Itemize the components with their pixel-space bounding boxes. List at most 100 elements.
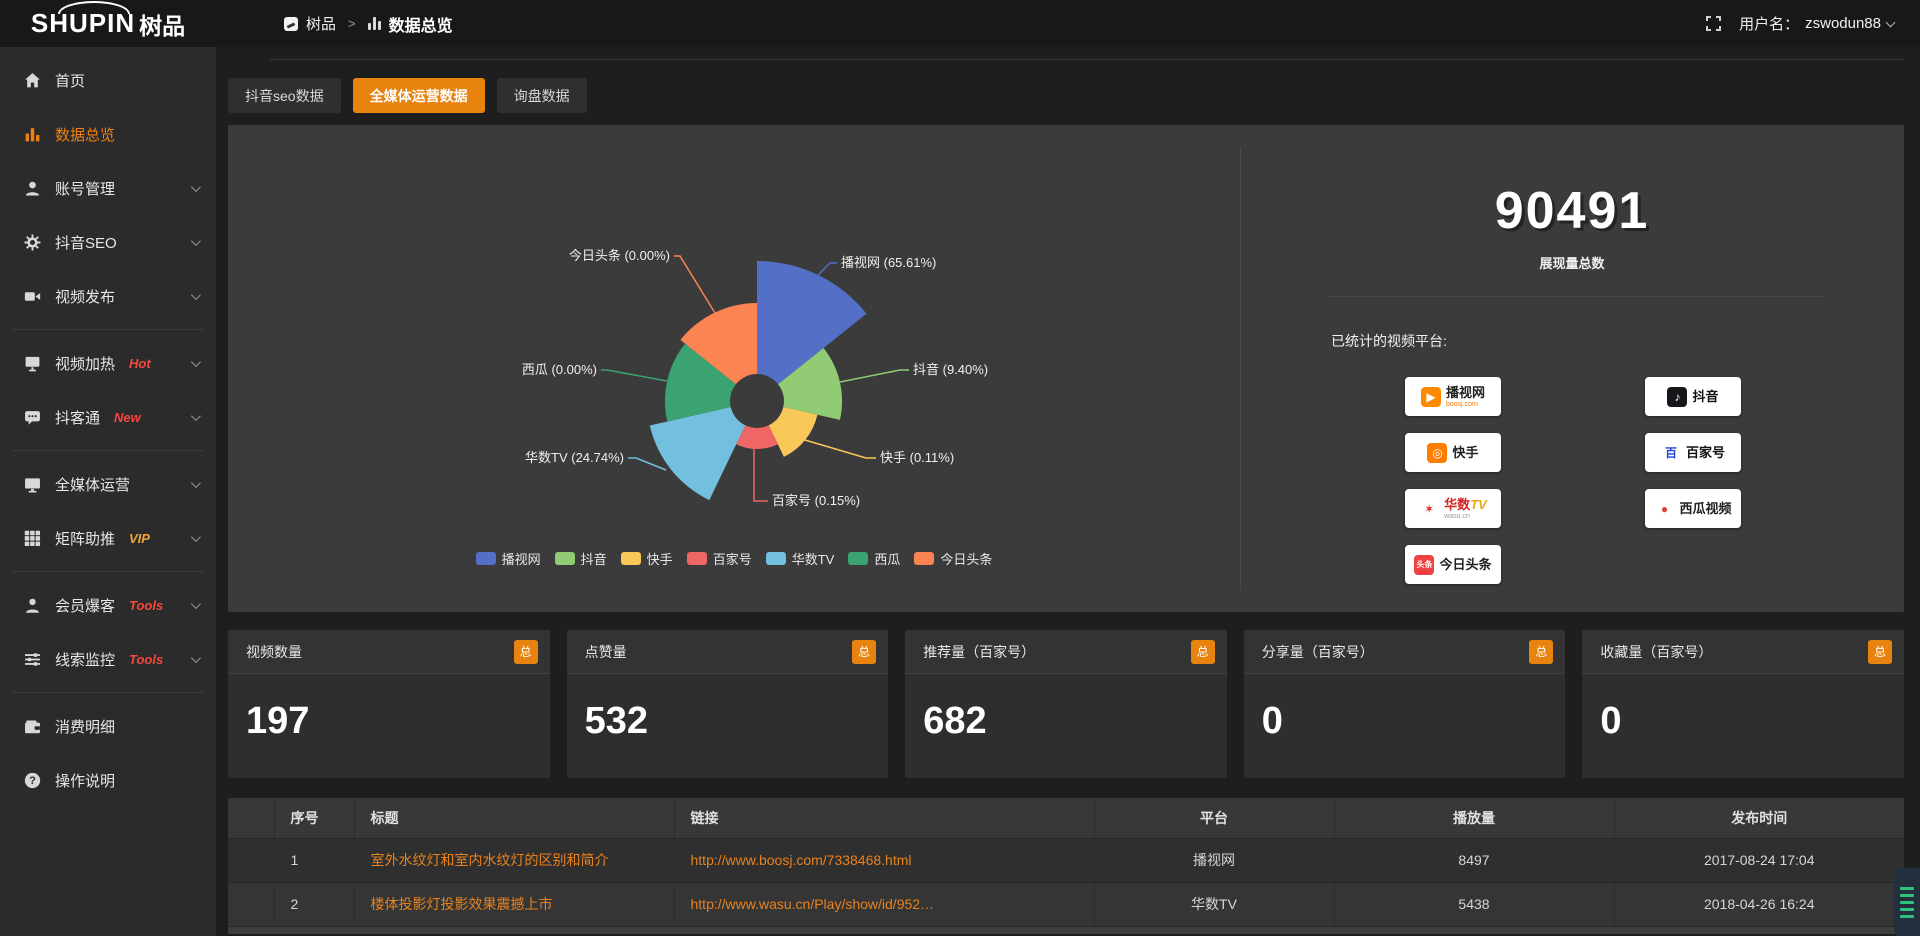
stat-card-0: 视频数量总197 — [228, 630, 550, 778]
app-logo[interactable]: SHUPIN 树品 — [0, 0, 216, 47]
tab-1[interactable]: 全媒体运营数据 — [353, 78, 485, 113]
row-url-link[interactable]: http://www.wasu.cn/Play/show/id/952… — [674, 882, 1094, 926]
legend-swatch — [848, 552, 868, 565]
col-header-3: 平台 — [1094, 798, 1334, 838]
platform-badge-2: ◎快手 — [1405, 433, 1501, 472]
stat-card-label: 收藏量（百家号） — [1600, 642, 1712, 662]
sidebar-item-help[interactable]: ?操作说明 — [0, 753, 216, 807]
row-title-link[interactable]: 室外水纹灯和室内水纹灯的区别和简介 — [354, 838, 674, 882]
legend-label: 抖音 — [581, 549, 607, 568]
platform-badge-5: ●西瓜视频 — [1645, 489, 1741, 528]
stat-cards-row: 视频数量总197点赞量总532推荐量（百家号）总682分享量（百家号）总0收藏量… — [228, 630, 1904, 778]
pie-label-0: 播视网 (65.61%) — [841, 255, 936, 270]
legend-swatch — [766, 552, 786, 565]
logo-text-cn: 树品 — [139, 7, 185, 41]
impressions-total-value: 90491 — [1240, 181, 1904, 241]
col-header-2: 链接 — [674, 798, 1094, 838]
platform-logo-icon: ▶ — [1421, 387, 1441, 407]
chevron-down-icon — [191, 357, 201, 367]
pie-label-line-6 — [674, 256, 715, 313]
legend-item-3[interactable]: 百家号 — [687, 549, 752, 568]
tab-2[interactable]: 询盘数据 — [497, 78, 587, 113]
sidebar-divider — [12, 692, 204, 693]
tab-0[interactable]: 抖音seo数据 — [228, 78, 341, 113]
legend-label: 百家号 — [713, 549, 752, 568]
platform-logo-icon: ♪ — [1667, 387, 1687, 407]
sidebar-item-video[interactable]: 视频发布 — [0, 269, 216, 323]
legend-label: 华数TV — [792, 549, 835, 568]
platform-badges-grid: ▶播视网boosj.com♪抖音◎快手百百家号✶华数TVwasu.cn●西瓜视频… — [1405, 377, 1904, 584]
total-badge: 总 — [1868, 640, 1892, 664]
sidebar-item-grid[interactable]: 矩阵助推VIP — [0, 511, 216, 565]
heat-icon — [24, 355, 41, 372]
sidebar-item-media[interactable]: 全媒体运营 — [0, 457, 216, 511]
stat-card-3: 分享量（百家号）总0 — [1244, 630, 1566, 778]
legend-swatch — [621, 552, 641, 565]
sidebar-item-wallet[interactable]: 消费明细 — [0, 699, 216, 753]
legend-item-0[interactable]: 播视网 — [476, 549, 541, 568]
row-title-link[interactable]: 楼体投影灯投影效果震撼上市 — [354, 882, 674, 926]
sidebar-item-label: 会员爆客 — [55, 595, 115, 616]
legend-item-6[interactable]: 今日头条 — [914, 549, 992, 568]
legend-item-4[interactable]: 华数TV — [766, 549, 835, 568]
sidebar-item-gear[interactable]: 抖音SEO — [0, 215, 216, 269]
stat-card-value: 197 — [228, 674, 550, 743]
sidebar-item-member[interactable]: 会员爆客 Tools — [0, 578, 216, 632]
stat-card-value: 682 — [905, 674, 1227, 743]
legend-swatch — [914, 552, 934, 565]
legend-item-2[interactable]: 快手 — [621, 549, 673, 568]
breadcrumb-separator: > — [348, 16, 356, 31]
col-header-4: 播放量 — [1334, 798, 1614, 838]
sidebar-item-heat[interactable]: 视频加热Hot — [0, 336, 216, 390]
help-icon: ? — [24, 772, 41, 789]
sidebar-item-label: 视频加热 — [55, 353, 115, 374]
pie-slice-2[interactable] — [769, 407, 818, 457]
legend-label: 西瓜 — [874, 549, 900, 568]
row-time: 2018-04-26 16:24 — [1614, 882, 1904, 926]
user-icon — [24, 180, 41, 197]
sidebar-item-home[interactable]: 首页 — [0, 53, 216, 107]
row-select-cell — [228, 882, 274, 926]
legend-label: 今日头条 — [940, 549, 992, 568]
row-url-link[interactable]: http://www.boosj.com/7338468.html — [674, 838, 1094, 882]
pie-label-5: 西瓜 (0.00%) — [522, 362, 597, 377]
service-widget[interactable] — [1894, 868, 1920, 936]
chevron-down-icon — [191, 290, 201, 300]
sidebar-item-leads[interactable]: 线索监控Tools — [0, 632, 216, 686]
stat-card-value: 0 — [1244, 674, 1566, 743]
pie-label-1: 抖音 (9.40%) — [913, 362, 988, 377]
sidebar-item-chat[interactable]: 抖客通New — [0, 390, 216, 444]
row-no: 1 — [274, 838, 354, 882]
legend-item-5[interactable]: 西瓜 — [848, 549, 900, 568]
total-badge: 总 — [1529, 640, 1553, 664]
user-menu[interactable]: 用户名： zswodun88 — [1739, 13, 1894, 34]
fullscreen-icon[interactable] — [1706, 16, 1721, 31]
sidebar-item-badge: Tools — [129, 598, 163, 613]
table-row: 1室外水纹灯和室内水纹灯的区别和简介http://www.boosj.com/7… — [228, 838, 1904, 882]
pie-label-6: 今日头条 (0.00%) — [569, 248, 670, 263]
stat-card-header: 分享量（百家号）总 — [1244, 630, 1566, 674]
wallet-icon — [24, 718, 41, 735]
chevron-down-icon — [191, 599, 201, 609]
legend-item-1[interactable]: 抖音 — [555, 549, 607, 568]
bar-chart-icon — [368, 17, 381, 30]
chat-icon — [24, 409, 41, 426]
legend-swatch — [555, 552, 575, 565]
platform-name: 华数TV — [1444, 498, 1487, 511]
breadcrumb-root[interactable]: 树品 — [306, 13, 336, 34]
summary-divider — [1330, 296, 1824, 297]
stat-card-value: 532 — [567, 674, 889, 743]
sidebar-item-user[interactable]: 账号管理 — [0, 161, 216, 215]
home-icon — [24, 72, 41, 89]
table-row: 2楼体投影灯投影效果震撼上市http://www.wasu.cn/Play/sh… — [228, 882, 1904, 926]
stat-card-header: 推荐量（百家号）总 — [905, 630, 1227, 674]
pie-slice-4[interactable] — [650, 407, 746, 500]
sidebar-item-chart[interactable]: 数据总览 — [0, 107, 216, 161]
sidebar-item-label: 首页 — [55, 70, 85, 91]
platform-name: 百家号 — [1686, 446, 1725, 459]
videos-table-panel: 序号标题链接平台播放量发布时间 1室外水纹灯和室内水纹灯的区别和简介http:/… — [228, 798, 1904, 934]
chart-icon — [24, 126, 41, 143]
platform-name: 快手 — [1452, 446, 1478, 459]
app-square-icon — [284, 17, 298, 31]
col-header-1: 标题 — [354, 798, 674, 838]
